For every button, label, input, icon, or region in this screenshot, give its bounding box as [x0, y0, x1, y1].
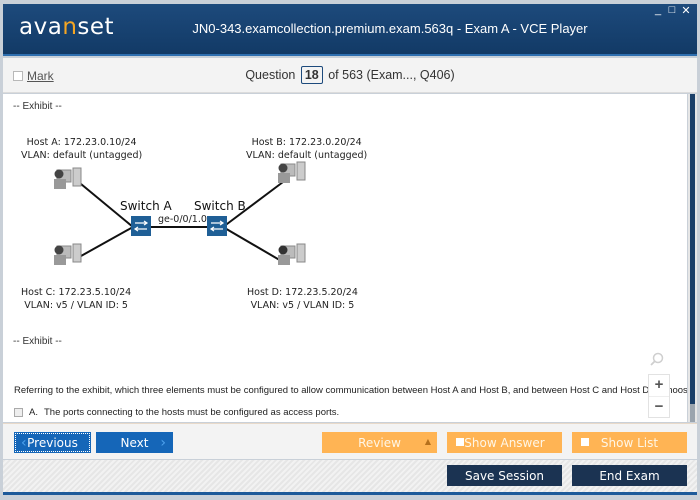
minimize-icon[interactable]: _	[653, 4, 663, 17]
host-a-computer-icon	[54, 167, 82, 189]
host-a-ip: Host A: 172.23.0.10/24	[26, 137, 137, 148]
chevron-left-icon: ‹	[21, 434, 27, 451]
link-switchB-hostD	[222, 226, 284, 263]
host-d-ip: Host D: 172.23.5.20/24	[247, 287, 358, 298]
question-indicator: Question 18 of 563 (Exam..., Q406)	[3, 66, 697, 84]
option-a-letter: A.	[29, 407, 38, 418]
show-answer-label: Show Answer	[464, 435, 545, 450]
host-b-vlan: VLAN: default (untagged)	[246, 150, 368, 161]
show-list-label: Show List	[600, 435, 659, 450]
footer-bar: Save Session End Exam	[3, 460, 697, 495]
link-hostC-switchA	[80, 226, 134, 257]
question-suffix: of 563 (Exam..., Q406)	[328, 68, 455, 82]
option-a-text: The ports connecting to the hosts must b…	[43, 407, 340, 418]
option-a-checkbox[interactable]	[14, 408, 23, 417]
host-d-label: Host D: 172.23.5.20/24 VLAN: v5 / VLAN I…	[247, 286, 358, 312]
host-c-computer-icon	[54, 243, 82, 265]
zoom-controls: + −	[648, 374, 670, 418]
vce-player-window: avanset JN0-343.examcollection.premium.e…	[0, 0, 700, 500]
zoom-in-button[interactable]: +	[649, 375, 669, 396]
window-title: JN0-343.examcollection.premium.exam.563q…	[192, 21, 588, 36]
review-button[interactable]: Review ▲	[322, 432, 437, 453]
question-bar: Mark Question 18 of 563 (Exam..., Q406)	[3, 58, 697, 93]
host-a-label: Host A: 172.23.0.10/24 VLAN: default (un…	[21, 136, 142, 162]
previous-button[interactable]: ‹ Previous	[14, 432, 91, 453]
title-bar: avanset JN0-343.examcollection.premium.e…	[3, 4, 697, 56]
host-a-vlan: VLAN: default (untagged)	[21, 150, 143, 161]
window-controls: _ □ ✕	[653, 4, 691, 17]
maximize-icon[interactable]: □	[667, 4, 677, 17]
option-a[interactable]: A. The ports connecting to the hosts mus…	[14, 407, 339, 418]
search-icon[interactable]	[650, 352, 664, 369]
host-c-label: Host C: 172.23.5.10/24 VLAN: v5 / VLAN I…	[21, 286, 131, 312]
host-d-vlan: VLAN: v5 / VLAN ID: 5	[250, 300, 355, 311]
exhibit-end-label: -- Exhibit --	[13, 336, 62, 347]
previous-label: Previous	[27, 435, 78, 450]
show-list-checkbox[interactable]	[581, 438, 589, 446]
end-exam-button[interactable]: End Exam	[572, 465, 687, 486]
show-answer-toggle[interactable]: Show Answer	[447, 432, 562, 453]
question-number-input[interactable]: 18	[300, 66, 323, 84]
switch-a-label: Switch A	[120, 199, 172, 213]
content-scrollbar[interactable]	[688, 94, 697, 422]
show-answer-checkbox[interactable]	[456, 438, 464, 446]
host-c-ip: Host C: 172.23.5.10/24	[21, 287, 132, 298]
next-button[interactable]: Next ›	[96, 432, 173, 453]
scrollbar-thumb[interactable]	[690, 94, 695, 404]
host-d-computer-icon	[278, 243, 306, 265]
host-b-ip: Host B: 172.23.0.20/24	[251, 137, 362, 148]
host-c-vlan: VLAN: v5 / VLAN ID: 5	[24, 300, 128, 311]
chevron-right-icon: ›	[160, 434, 166, 451]
question-content: -- Exhibit -- Host A: 172.23.0.10/24 VLA…	[3, 94, 687, 422]
close-icon[interactable]: ✕	[681, 4, 691, 17]
question-text: Referring to the exhibit, which three el…	[14, 385, 687, 396]
switch-a-icon	[131, 216, 151, 236]
scrollbar-track-end	[690, 404, 695, 422]
show-list-toggle[interactable]: Show List	[572, 432, 687, 453]
review-label: Review	[358, 435, 401, 450]
save-session-button[interactable]: Save Session	[447, 465, 562, 486]
zoom-out-button[interactable]: −	[649, 396, 669, 417]
switch-b-icon	[207, 216, 227, 236]
navigation-bar: ‹ Previous Next › Review ▲ Show Answer S…	[3, 423, 697, 459]
next-label: Next	[120, 435, 149, 450]
link-port-label: ge-0/0/1.0	[158, 214, 207, 225]
switch-b-label: Switch B	[194, 199, 246, 213]
triangle-up-icon: ▲	[424, 437, 431, 446]
question-prefix: Question	[245, 68, 296, 82]
host-b-label: Host B: 172.23.0.20/24 VLAN: default (un…	[246, 136, 367, 162]
host-b-computer-icon	[278, 161, 306, 183]
